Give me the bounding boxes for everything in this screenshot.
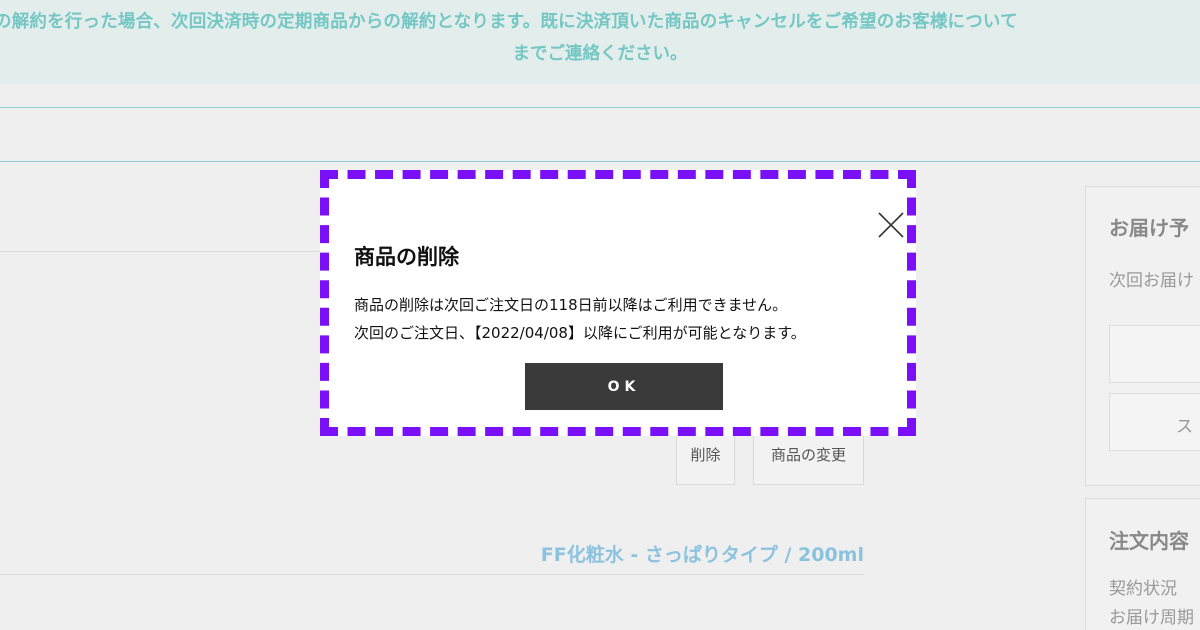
notice-line-2: までご連絡ください。 xyxy=(512,44,688,64)
modal-message-line-2: 次回のご注文日、【2022/04/08】以降にご利用が可能となります。 xyxy=(354,324,806,342)
notice-line-1: の解約を行った場合、次回決済時の定期商品からの解約となります。既に決済頂いた商品… xyxy=(0,12,1018,32)
delivery-field-2[interactable]: ス xyxy=(1109,393,1200,451)
delivery-field-2-text: ス xyxy=(1176,417,1193,437)
close-icon[interactable] xyxy=(878,212,904,238)
delivery-panel: お届け予 次回お届け ス xyxy=(1085,186,1200,486)
item-divider xyxy=(0,574,864,575)
delivery-cycle-label: お届け周期 xyxy=(1109,608,1194,628)
ok-button[interactable]: OK xyxy=(525,363,723,410)
delivery-field-1[interactable] xyxy=(1109,325,1200,383)
order-details-title: 注文内容 xyxy=(1109,529,1189,553)
contract-status-label: 契約状況 xyxy=(1109,579,1177,599)
modal-message: 商品の削除は次回ご注文日の118日前以降はご利用できません。 次回のご注文日、【… xyxy=(354,291,806,347)
notice-banner: の解約を行った場合、次回決済時の定期商品からの解約となります。既に決済頂いた商品… xyxy=(0,0,1200,84)
modal-message-line-1: 商品の削除は次回ご注文日の118日前以降はご利用できません。 xyxy=(354,296,788,314)
delete-product-modal: 商品の削除 商品の削除は次回ご注文日の118日前以降はご利用できません。 次回の… xyxy=(320,170,916,436)
product-name-link[interactable]: FF化粧水 - さっぱりタイプ / 200ml xyxy=(541,540,864,567)
order-details-panel: 注文内容 契約状況 お届け周期 xyxy=(1085,498,1200,630)
modal-title: 商品の削除 xyxy=(354,245,459,269)
header-rule-bottom xyxy=(0,161,1200,162)
next-delivery-label: 次回お届け xyxy=(1109,271,1194,291)
header-rule-top xyxy=(0,107,1200,108)
delivery-panel-title: お届け予 xyxy=(1109,216,1189,240)
